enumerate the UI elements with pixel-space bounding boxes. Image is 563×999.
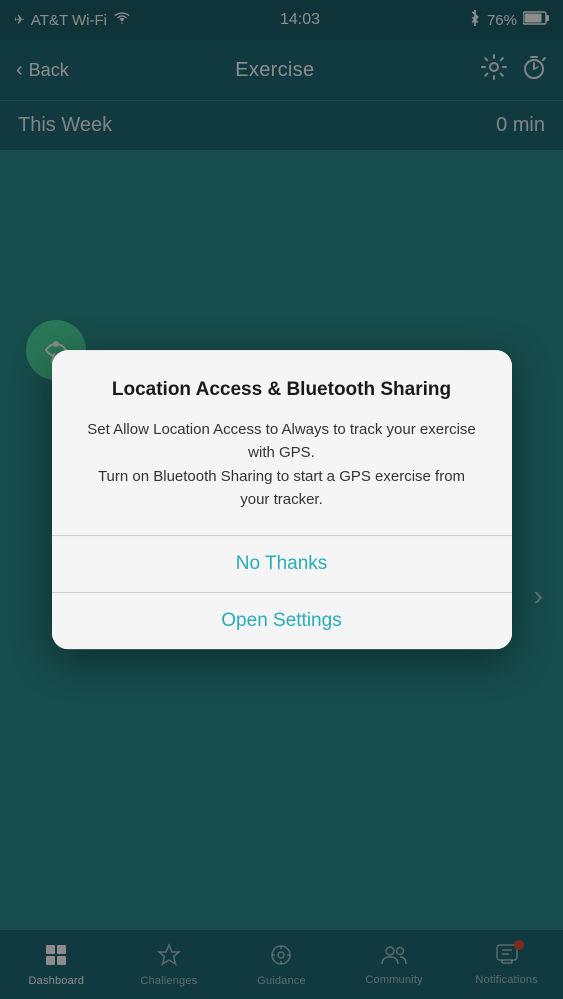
no-thanks-button[interactable]: No Thanks bbox=[52, 536, 512, 592]
dialog-title: Location Access & Bluetooth Sharing bbox=[82, 378, 482, 403]
open-settings-button[interactable]: Open Settings bbox=[52, 593, 512, 649]
dialog-body: Location Access & Bluetooth Sharing Set … bbox=[52, 350, 512, 536]
dialog-message: Set Allow Location Access to Always to t… bbox=[82, 418, 482, 511]
location-dialog: Location Access & Bluetooth Sharing Set … bbox=[52, 350, 512, 650]
